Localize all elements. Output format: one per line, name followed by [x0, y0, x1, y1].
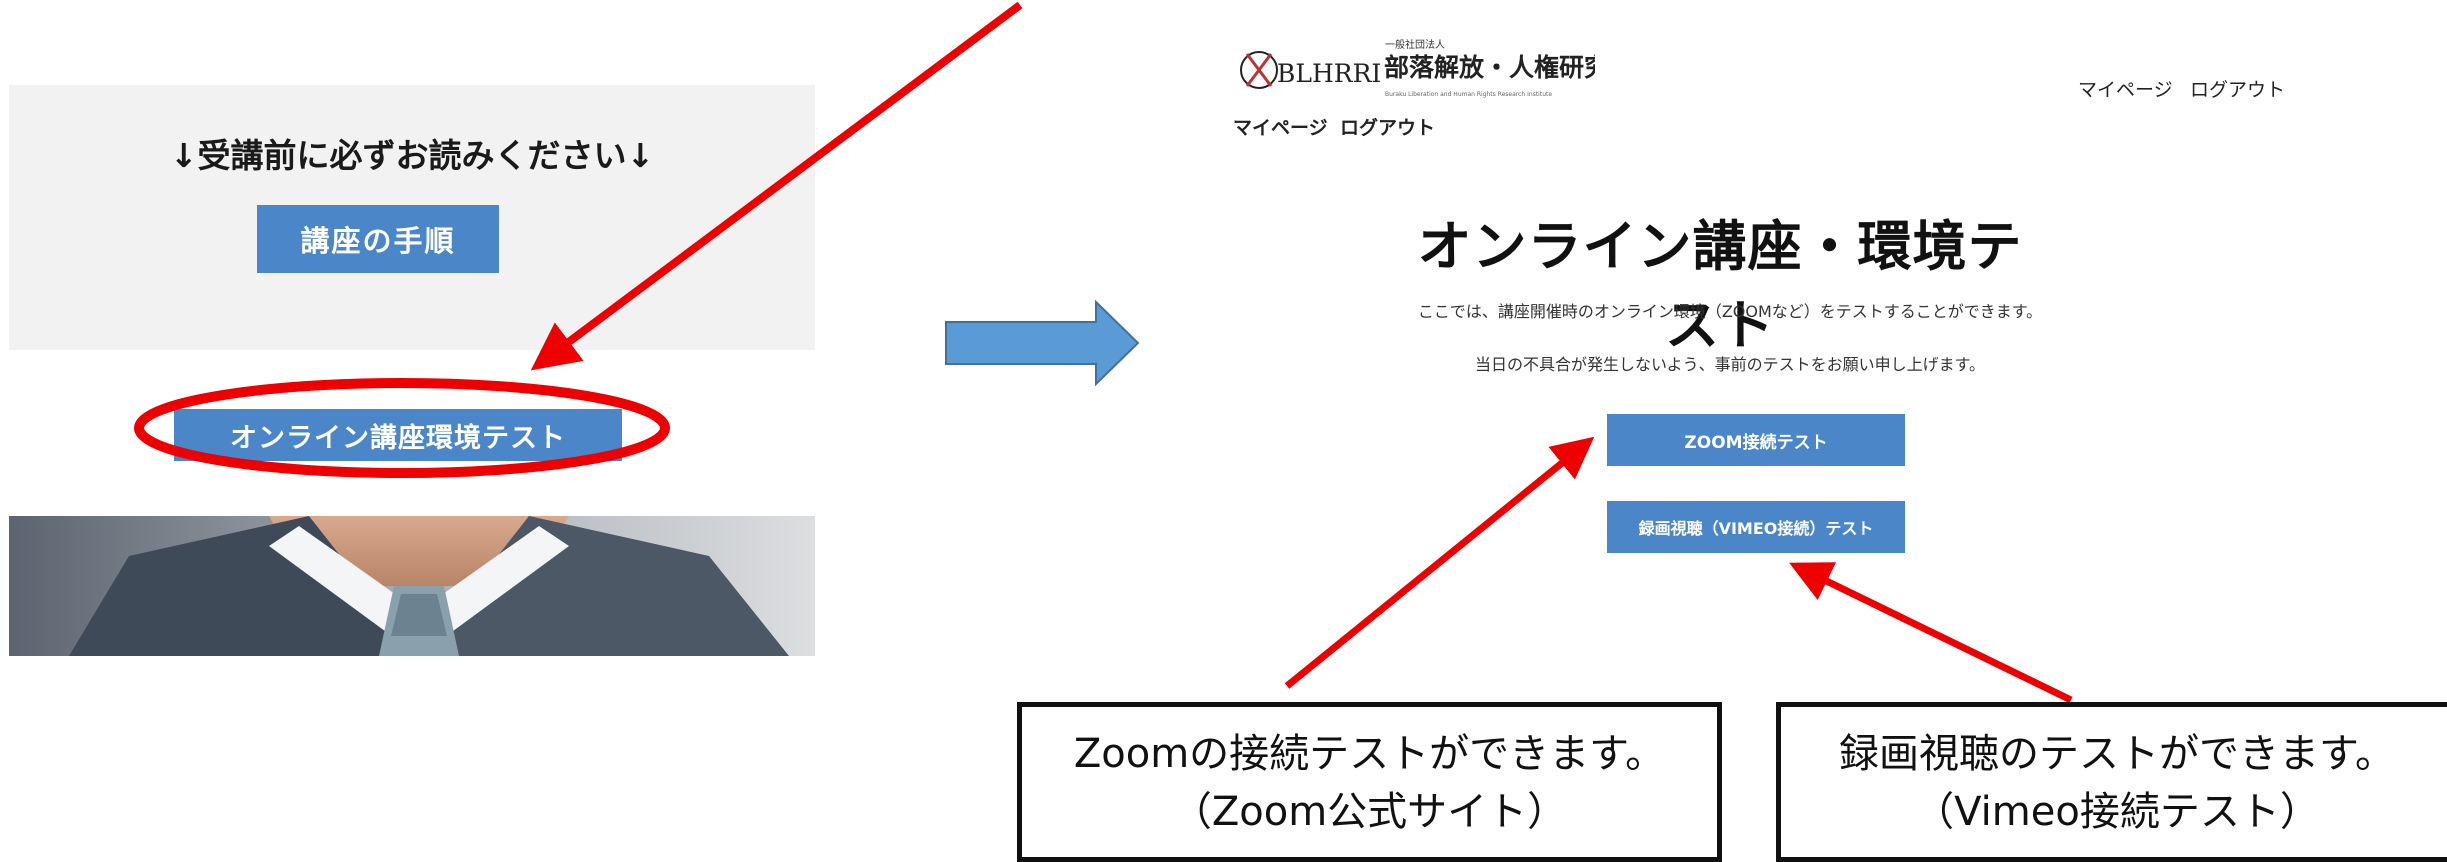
vimeo-callout-line1: 録画視聴のテストができます。: [1839, 731, 2395, 777]
vimeo-test-callout: 録画視聴のテストができます。 （Vimeo接続テスト）: [1776, 702, 2447, 862]
vimeo-callout-line2: （Vimeo接続テスト）: [1914, 789, 2320, 835]
zoom-test-callout: Zoomの接続テストができます。 （Zoom公式サイト）: [1017, 702, 1722, 862]
red-pointer-arrow-icon: [1789, 562, 2073, 704]
zoom-callout-line2: （Zoom公式サイト）: [1171, 789, 1568, 835]
red-pointer-arrow-icon: [530, 1, 1023, 371]
red-pointer-arrow-icon: [1284, 436, 1595, 689]
zoom-callout-line1: Zoomの接続テストができます。: [1073, 731, 1666, 777]
